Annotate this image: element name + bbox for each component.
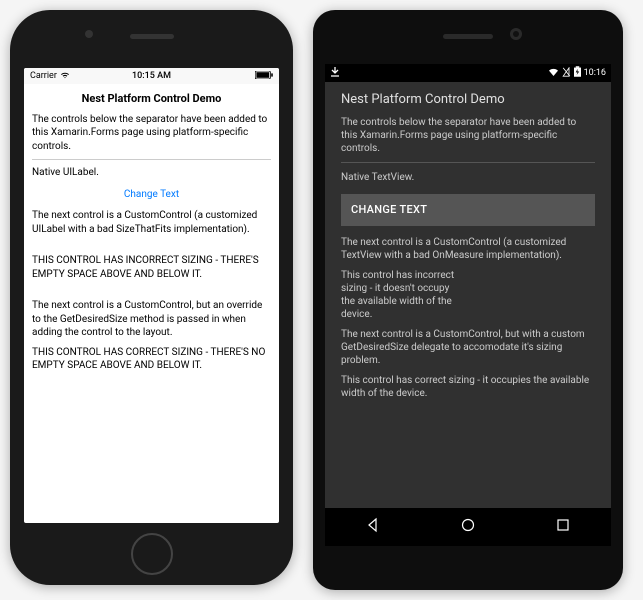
- intro-text: The controls below the separator have be…: [341, 116, 595, 155]
- incorrect-sizing-label: This control has incorrect sizing - it d…: [341, 269, 463, 321]
- incorrect-sizing-label: THIS CONTROL HAS INCORRECT SIZING - THER…: [32, 254, 271, 281]
- android-status-bar: 10:16: [325, 64, 611, 82]
- iphone-screen: Carrier 10:15 AM Nest Platform Control D…: [24, 68, 279, 523]
- battery-icon: [574, 66, 581, 80]
- download-icon: [330, 67, 340, 80]
- change-text-button[interactable]: CHANGE TEXT: [341, 194, 595, 226]
- intro-text: The controls below the separator have be…: [32, 113, 271, 154]
- android-device-frame: 10:16 Nest Platform Control Demo The con…: [313, 10, 623, 590]
- native-textview: Native TextView.: [341, 171, 595, 184]
- wifi-icon: [60, 71, 70, 82]
- ios-status-bar: Carrier 10:15 AM: [24, 68, 279, 84]
- separator: [32, 159, 271, 160]
- description-text: The next control is a CustomControl, but…: [341, 328, 595, 367]
- description-text: The next control is a CustomControl, but…: [32, 299, 271, 340]
- camera-icon: [510, 28, 522, 40]
- iphone-device-frame: Carrier 10:15 AM Nest Platform Control D…: [10, 10, 293, 585]
- wifi-icon: [548, 67, 559, 79]
- status-time: 10:16: [584, 68, 606, 78]
- correct-sizing-label: THIS CONTROL HAS CORRECT SIZING - THERE'…: [32, 346, 271, 373]
- home-button[interactable]: [131, 533, 173, 575]
- carrier-label: Carrier: [30, 71, 57, 81]
- android-nav-bar: [325, 508, 611, 546]
- recents-button[interactable]: [555, 517, 571, 537]
- ios-content-area: Nest Platform Control Demo The controls …: [24, 84, 279, 523]
- page-title: Nest Platform Control Demo: [32, 92, 271, 107]
- android-screen: 10:16 Nest Platform Control Demo The con…: [325, 64, 611, 546]
- description-text: The next control is a CustomControl (a c…: [32, 209, 271, 236]
- page-title: Nest Platform Control Demo: [341, 92, 595, 109]
- home-button[interactable]: [460, 517, 476, 537]
- native-uilabel: Native UILabel.: [32, 166, 271, 180]
- description-text: The next control is a CustomControl (a c…: [341, 236, 595, 262]
- back-button[interactable]: [365, 517, 381, 537]
- status-time: 10:15 AM: [111, 71, 192, 81]
- separator: [341, 162, 595, 163]
- android-content-area: Nest Platform Control Demo The controls …: [325, 82, 611, 508]
- change-text-button[interactable]: Change Text: [32, 188, 271, 202]
- no-sim-icon: [562, 67, 571, 80]
- battery-icon: [255, 71, 273, 82]
- correct-sizing-label: This control has correct sizing - it occ…: [341, 374, 595, 400]
